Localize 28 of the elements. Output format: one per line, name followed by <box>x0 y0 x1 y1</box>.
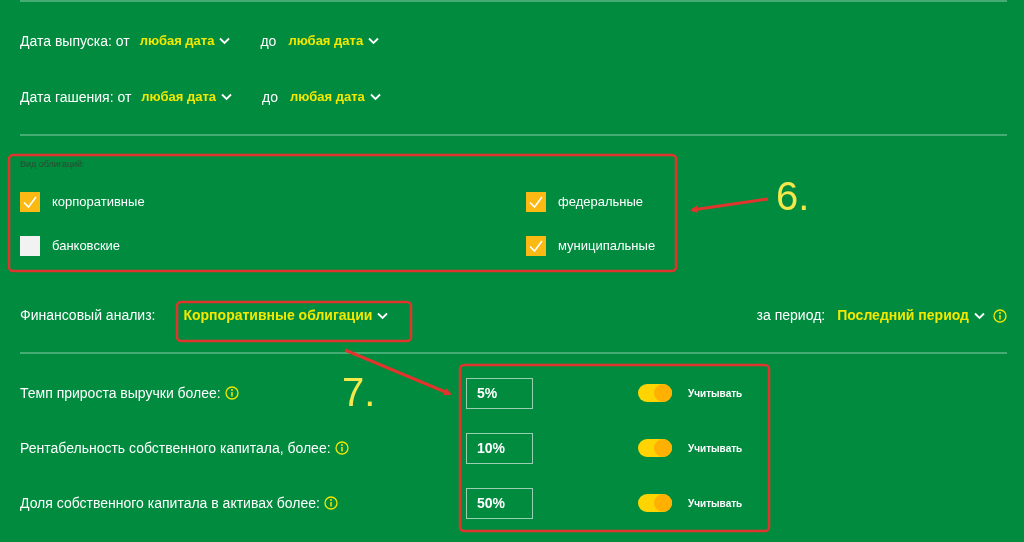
filter-label: Дата гашения: от <box>20 87 132 107</box>
annotation-number: 6. <box>776 176 810 216</box>
filter-label: до <box>260 31 277 51</box>
filter-label: до <box>262 87 278 107</box>
criterion-label: Темп прироста выручки более: <box>20 384 221 401</box>
date-dropdown[interactable]: любая дата <box>141 87 233 107</box>
toggle-label: Учитывать <box>688 386 743 401</box>
filter-label: Дата выпуска: от <box>20 31 130 51</box>
checkbox-label: банковские <box>52 236 121 255</box>
group-label: Вид облигаций: <box>20 158 86 171</box>
value-field[interactable]: 50% <box>466 487 533 519</box>
date-dropdown[interactable]: любая дата <box>290 87 381 107</box>
checkbox-label: корпоративные <box>52 192 145 211</box>
criterion-label: Доля собственного капитала в активах более: <box>20 494 320 511</box>
analysis-dropdown[interactable]: Корпоративные облигации <box>183 305 389 326</box>
value-field[interactable]: 5% <box>466 377 533 409</box>
filter-label: Финансовый анализ: <box>20 306 156 325</box>
period-dropdown[interactable]: Последний период <box>837 305 985 326</box>
value-field[interactable]: 10% <box>466 432 533 464</box>
date-dropdown[interactable]: любая дата <box>288 31 380 51</box>
annotation-number: 7. <box>342 372 376 412</box>
checkbox-label: муниципальные <box>558 236 656 255</box>
filter-label: за период: <box>756 306 826 325</box>
toggle-label: Учитывать <box>688 441 743 456</box>
toggle-label: Учитывать <box>688 496 743 511</box>
criterion-label: Рентабельность собственного капитала, более: <box>20 439 331 456</box>
date-dropdown[interactable]: любая дата <box>139 31 231 51</box>
checkbox-label: федеральные <box>558 192 644 211</box>
